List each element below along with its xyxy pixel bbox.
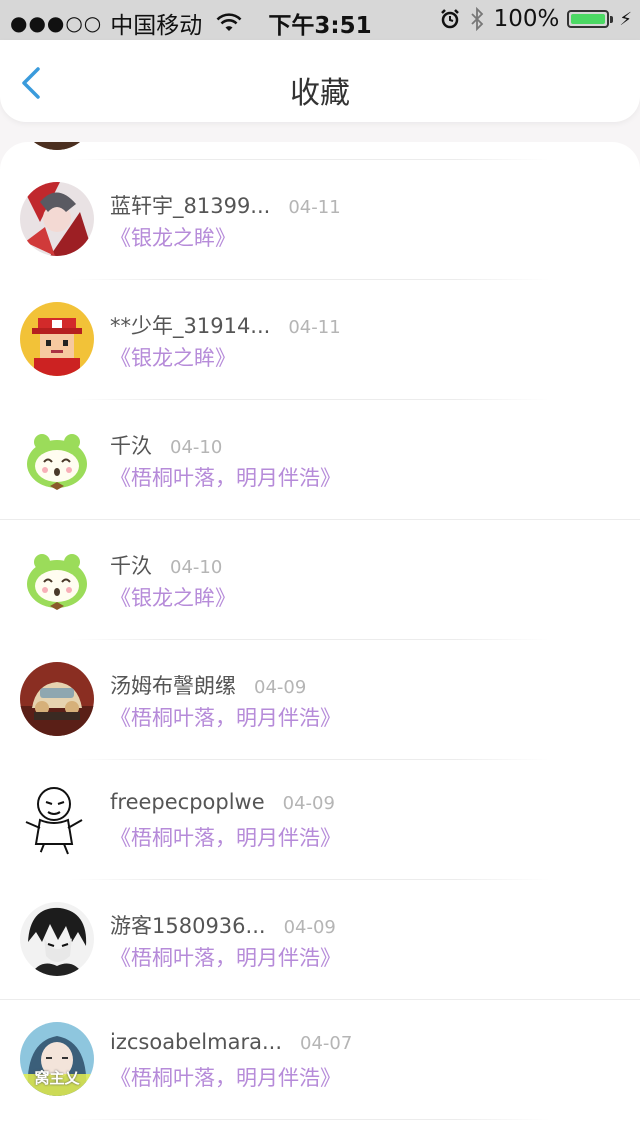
book-title-link[interactable]: 《梧桐叶落，明月伴浩》 xyxy=(110,822,341,852)
avatar[interactable] xyxy=(20,902,94,976)
favorite-date: 04-10 xyxy=(170,437,223,458)
bluetooth-icon xyxy=(470,7,483,31)
favorite-list-item[interactable]: 游客1580936... 04-09 《梧桐叶落，明月伴浩》 xyxy=(0,880,640,1000)
favorite-date: 04-07 xyxy=(300,1033,353,1054)
avatar[interactable]: 窝主乂 xyxy=(20,1022,94,1096)
book-title-link[interactable]: 《梧桐叶落，明月伴浩》 xyxy=(110,462,341,492)
book-title-link[interactable]: 《梧桐叶落，明月伴浩》 xyxy=(110,702,341,732)
avatar-caption: 窝主乂 xyxy=(34,1069,80,1087)
favorites-list: 《银龙之眸》 蓝轩宇_81399... 04-11 《银龙之眸》 **少年_3191… xyxy=(0,142,640,1120)
user-name[interactable]: izcsoabelmara... xyxy=(110,1030,282,1054)
favorite-list-item[interactable]: 千汣 04-10 《银龙之眸》 xyxy=(0,520,640,640)
name-row: izcsoabelmara... 04-07 xyxy=(110,1030,352,1054)
battery-percent: 100% xyxy=(493,6,560,32)
avatar[interactable] xyxy=(20,142,94,150)
favorites-card: 《银龙之眸》 蓝轩宇_81399... 04-11 《银龙之眸》 **少年_3191… xyxy=(0,142,640,1142)
favorite-date: 04-09 xyxy=(282,793,335,814)
favorite-list-item[interactable]: 汤姆布謦朗缧 04-09 《梧桐叶落，明月伴浩》 xyxy=(0,640,640,760)
favorite-date: 04-09 xyxy=(283,917,336,938)
avatar[interactable] xyxy=(20,662,94,736)
divider xyxy=(70,1119,550,1120)
status-bar: ●●●○○ 中国移动 下午3:51 100% ⚡ xyxy=(0,0,640,40)
favorite-list-item[interactable]: **少年_31914... 04-11 《银龙之眸》 xyxy=(0,280,640,400)
user-name[interactable]: **少年_31914... xyxy=(110,310,270,340)
status-right: 100% ⚡ xyxy=(440,6,632,32)
user-name[interactable]: 汤姆布謦朗缧 xyxy=(110,670,236,700)
book-title-link[interactable]: 《银龙之眸》 xyxy=(110,342,236,372)
book-title-link[interactable]: 《银龙之眸》 xyxy=(110,222,236,252)
nav-bar: 收藏 xyxy=(0,40,640,122)
charging-icon: ⚡ xyxy=(619,8,632,30)
name-row: 千汣 04-10 xyxy=(110,550,222,580)
user-name[interactable]: freepecpoplwe xyxy=(110,790,265,814)
name-row: freepecpoplwe 04-09 xyxy=(110,790,335,814)
name-row: 千汣 04-10 xyxy=(110,430,222,460)
user-name[interactable]: 游客1580936... xyxy=(110,910,266,940)
name-row: 蓝轩宇_81399... 04-11 xyxy=(110,190,341,220)
name-row: **少年_31914... 04-11 xyxy=(110,310,341,340)
favorite-list-item[interactable]: 千汣 04-10 《梧桐叶落，明月伴浩》 xyxy=(0,400,640,520)
book-title-link[interactable]: 《银龙之眸》 xyxy=(110,582,236,612)
favorite-date: 04-11 xyxy=(288,197,341,218)
user-name[interactable]: 蓝轩宇_81399... xyxy=(110,190,270,220)
favorite-list-item[interactable]: 窝主乂 izcsoabelmara... 04-07 《梧桐叶落，明月伴浩》 xyxy=(0,1000,640,1120)
favorite-list-item[interactable]: freepecpoplwe 04-09 《梧桐叶落，明月伴浩》 xyxy=(0,760,640,880)
avatar[interactable] xyxy=(20,182,94,256)
avatar[interactable] xyxy=(20,542,94,616)
battery-fill xyxy=(571,14,606,24)
avatar[interactable] xyxy=(20,782,94,856)
favorite-date: 04-10 xyxy=(170,557,223,578)
avatar[interactable] xyxy=(20,302,94,376)
battery-icon xyxy=(567,10,614,28)
favorite-date: 04-09 xyxy=(254,677,307,698)
book-title-link[interactable]: 《银龙之眸》 xyxy=(110,142,236,146)
user-name[interactable]: 千汣 xyxy=(110,430,152,460)
book-title-link[interactable]: 《梧桐叶落，明月伴浩》 xyxy=(110,942,341,972)
favorite-list-item[interactable]: 蓝轩宇_81399... 04-11 《银龙之眸》 xyxy=(0,160,640,280)
name-row: 游客1580936... 04-09 xyxy=(110,910,336,940)
page-title: 收藏 xyxy=(290,76,350,111)
avatar[interactable] xyxy=(20,422,94,496)
user-name[interactable]: 千汣 xyxy=(110,550,152,580)
book-title-link[interactable]: 《梧桐叶落，明月伴浩》 xyxy=(110,1062,341,1092)
favorite-date: 04-11 xyxy=(288,317,341,338)
favorite-list-item[interactable]: 《银龙之眸》 xyxy=(0,142,640,160)
alarm-icon xyxy=(440,9,459,29)
name-row: 汤姆布謦朗缧 04-09 xyxy=(110,670,306,700)
